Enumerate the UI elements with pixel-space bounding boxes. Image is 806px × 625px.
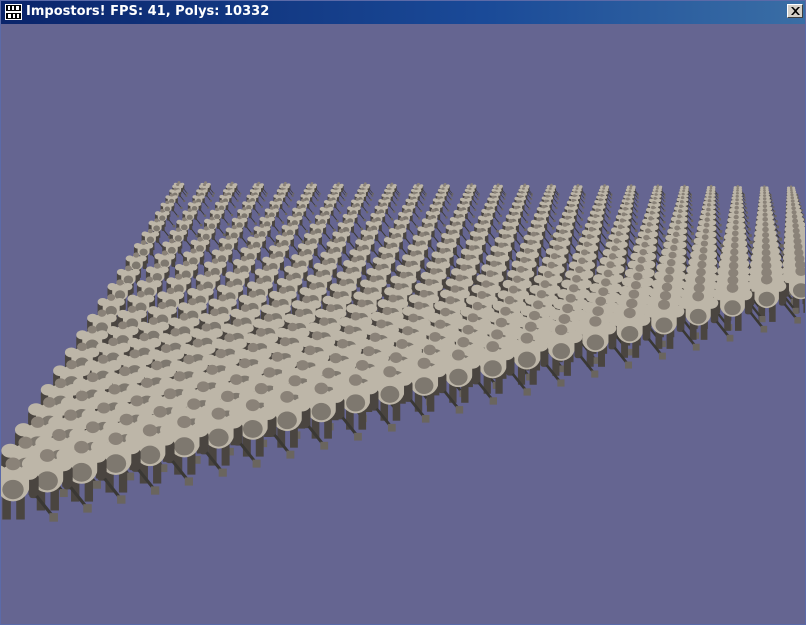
warrior-army-scene <box>1 181 805 522</box>
close-button[interactable] <box>787 4 803 18</box>
render-viewport[interactable] <box>1 24 805 624</box>
window-title: Impostors! FPS: 41, Polys: 10332 <box>26 4 270 19</box>
application-window: Impostors! FPS: 41, Polys: 10332 <box>0 0 806 625</box>
title-bar[interactable]: Impostors! FPS: 41, Polys: 10332 <box>1 1 805 24</box>
close-icon <box>791 7 800 15</box>
irrlicht-app-icon[interactable] <box>5 4 22 20</box>
